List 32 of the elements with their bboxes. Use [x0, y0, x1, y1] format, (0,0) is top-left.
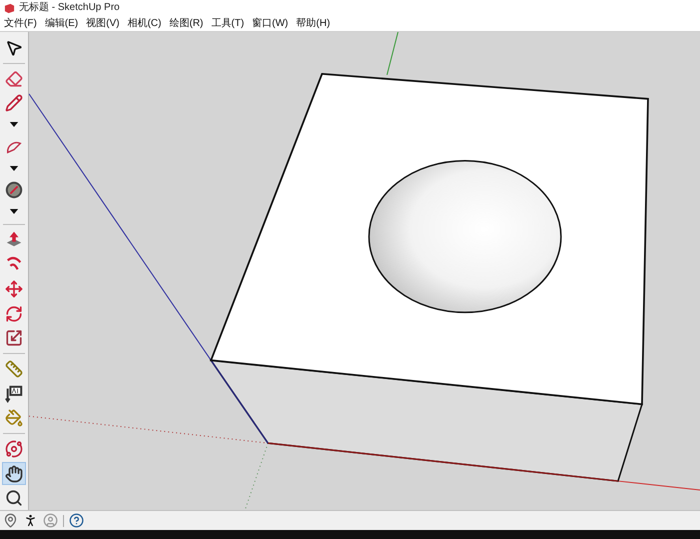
menu-item[interactable]: 文件(F) [0, 18, 41, 28]
tool-button[interactable] [2, 462, 26, 486]
app-logo-icon [4, 2, 15, 14]
rotate-icon [5, 304, 23, 322]
menu-item[interactable]: 绘图(R) [165, 18, 208, 28]
scale-icon [5, 329, 23, 348]
paint-bucket-icon [5, 409, 23, 428]
pencil-icon [5, 94, 23, 112]
menu-item[interactable]: 视图(V) [82, 18, 124, 28]
caret-icon [9, 164, 19, 172]
menu-item[interactable]: 窗口(W) [248, 18, 292, 28]
zoom-icon [5, 489, 23, 508]
axis-line [386, 32, 398, 76]
caret-icon [9, 121, 19, 128]
move-icon [5, 280, 23, 298]
text-icon [5, 384, 23, 403]
orbit-icon [5, 440, 23, 458]
menu-item[interactable]: 编辑(E) [40, 18, 82, 28]
caret-icon [9, 208, 19, 216]
menu-item[interactable]: 工具(T) [207, 18, 248, 28]
push-pull-icon [5, 230, 23, 248]
pan-hand-icon [5, 464, 23, 483]
dial-icon [5, 181, 23, 200]
tape-measure-icon [5, 360, 23, 378]
help-icon[interactable] [69, 513, 84, 528]
menu-item[interactable]: 帮助(H) [292, 18, 334, 28]
eraser-icon [5, 70, 23, 88]
window-title: 无标题 - SketchUp Pro [19, 3, 120, 13]
select-arrow-icon [5, 38, 23, 57]
location-icon[interactable] [3, 513, 18, 528]
menu-item[interactable]: 相机(C) [123, 18, 166, 28]
person-icon[interactable] [23, 513, 38, 528]
